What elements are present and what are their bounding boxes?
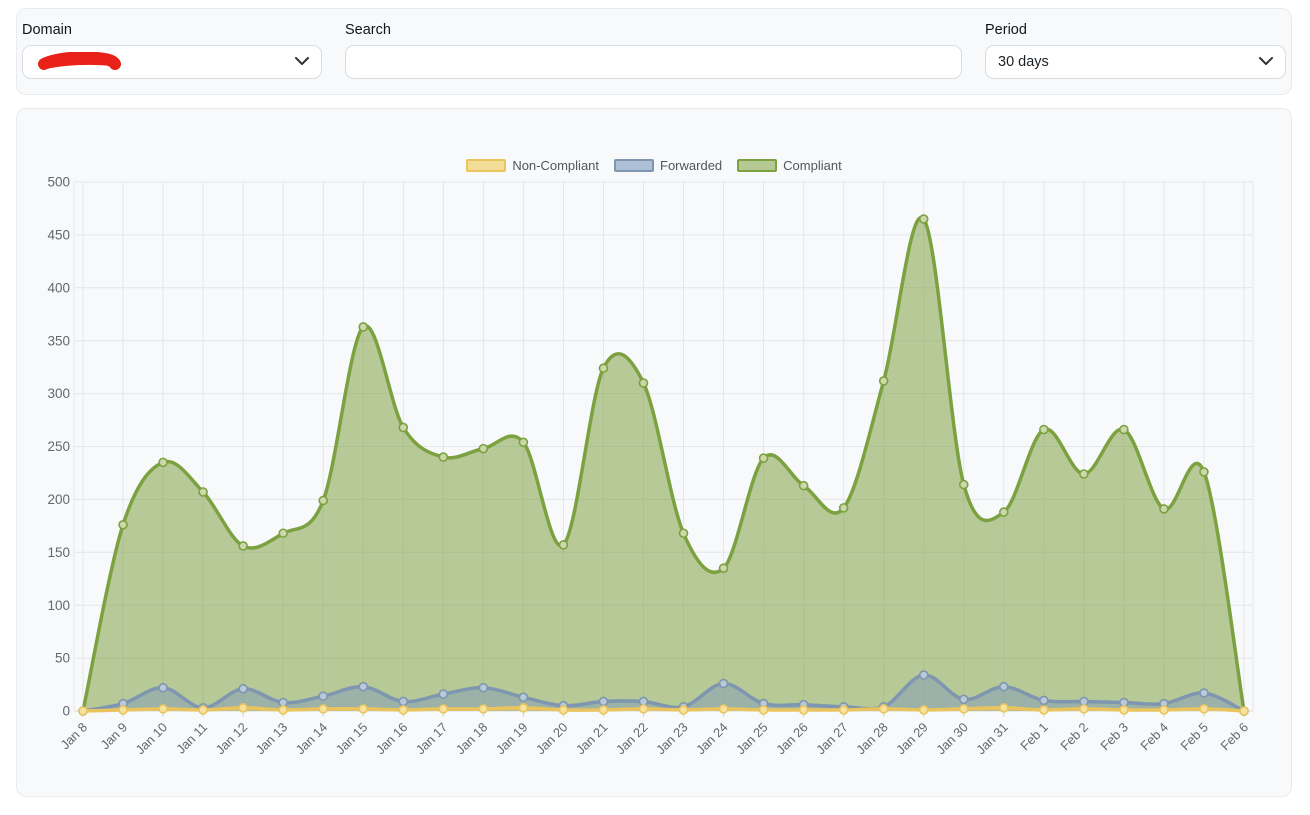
svg-text:300: 300 [47,386,70,401]
legend-label: Compliant [783,158,842,173]
period-field: Period 30 days [985,23,1286,79]
svg-text:250: 250 [47,439,70,454]
period-select[interactable]: 30 days [985,45,1286,79]
svg-text:Jan 26: Jan 26 [773,720,811,758]
svg-text:450: 450 [47,228,70,243]
svg-text:Jan 14: Jan 14 [293,720,331,758]
svg-text:Jan 21: Jan 21 [573,720,611,758]
svg-text:Jan 30: Jan 30 [933,720,971,758]
legend-swatch [737,159,777,172]
svg-text:Feb 5: Feb 5 [1177,720,1211,754]
svg-text:Jan 25: Jan 25 [733,720,771,758]
svg-text:350: 350 [47,333,70,348]
chart-card: Non-Compliant Forwarded Compliant 0 50 100 15… [16,108,1292,797]
svg-text:Jan 28: Jan 28 [853,720,891,758]
svg-text:Jan 8: Jan 8 [57,720,90,753]
svg-text:Jan 19: Jan 19 [493,720,531,758]
svg-text:Feb 4: Feb 4 [1137,720,1171,754]
svg-text:Jan 16: Jan 16 [373,720,411,758]
svg-text:Feb 2: Feb 2 [1057,720,1091,754]
svg-text:Jan 9: Jan 9 [97,720,130,753]
svg-text:Jan 27: Jan 27 [813,720,851,758]
svg-text:Jan 11: Jan 11 [173,720,210,757]
chevron-down-icon [1259,57,1273,66]
svg-text:150: 150 [47,545,70,560]
svg-text:200: 200 [47,492,70,507]
chart-legend: Non-Compliant Forwarded Compliant [17,158,1291,173]
domain-select[interactable] [22,45,322,79]
filters-bar: Domain Search Period 30 days [16,8,1292,95]
svg-text:Jan 13: Jan 13 [253,720,291,758]
svg-text:Jan 17: Jan 17 [413,720,451,758]
svg-text:Jan 24: Jan 24 [693,720,731,758]
svg-text:Jan 15: Jan 15 [333,720,371,758]
svg-text:Feb 6: Feb 6 [1217,720,1251,754]
svg-text:Feb 1: Feb 1 [1017,720,1051,754]
svg-text:Feb 3: Feb 3 [1097,720,1131,754]
svg-text:50: 50 [55,651,70,666]
svg-text:500: 500 [47,175,70,190]
legend-swatch [614,159,654,172]
search-label: Search [345,23,962,38]
svg-text:Jan 12: Jan 12 [212,720,250,758]
legend-item[interactable]: Forwarded [614,158,722,173]
domain-label: Domain [22,23,322,38]
legend-label: Non-Compliant [512,158,599,173]
search-input[interactable] [345,45,962,79]
svg-text:Jan 29: Jan 29 [893,720,931,758]
svg-text:Jan 20: Jan 20 [533,720,571,758]
legend-item[interactable]: Compliant [737,158,842,173]
svg-text:Jan 10: Jan 10 [132,720,170,758]
redacted-domain-value [35,52,123,72]
chevron-down-icon [295,57,309,66]
dmarc-dashboard-page: Domain Search Period 30 days [0,8,1310,797]
svg-text:100: 100 [47,598,70,613]
legend-swatch [466,159,506,172]
search-field: Search [345,23,962,79]
svg-text:Jan 18: Jan 18 [453,720,491,758]
svg-text:400: 400 [47,280,70,295]
svg-text:Jan 23: Jan 23 [653,720,691,758]
compliance-chart: 0 50 100 150 200 250 300 350 400 450 500 Jan 8Jan 9… [17,109,1291,796]
period-value: 30 days [998,54,1049,70]
domain-field: Domain [22,23,322,79]
legend-label: Forwarded [660,158,722,173]
period-label: Period [985,23,1286,38]
legend-item[interactable]: Non-Compliant [466,158,599,173]
svg-text:Jan 31: Jan 31 [973,720,1011,758]
svg-text:Jan 22: Jan 22 [613,720,651,758]
svg-text:0: 0 [62,704,70,719]
